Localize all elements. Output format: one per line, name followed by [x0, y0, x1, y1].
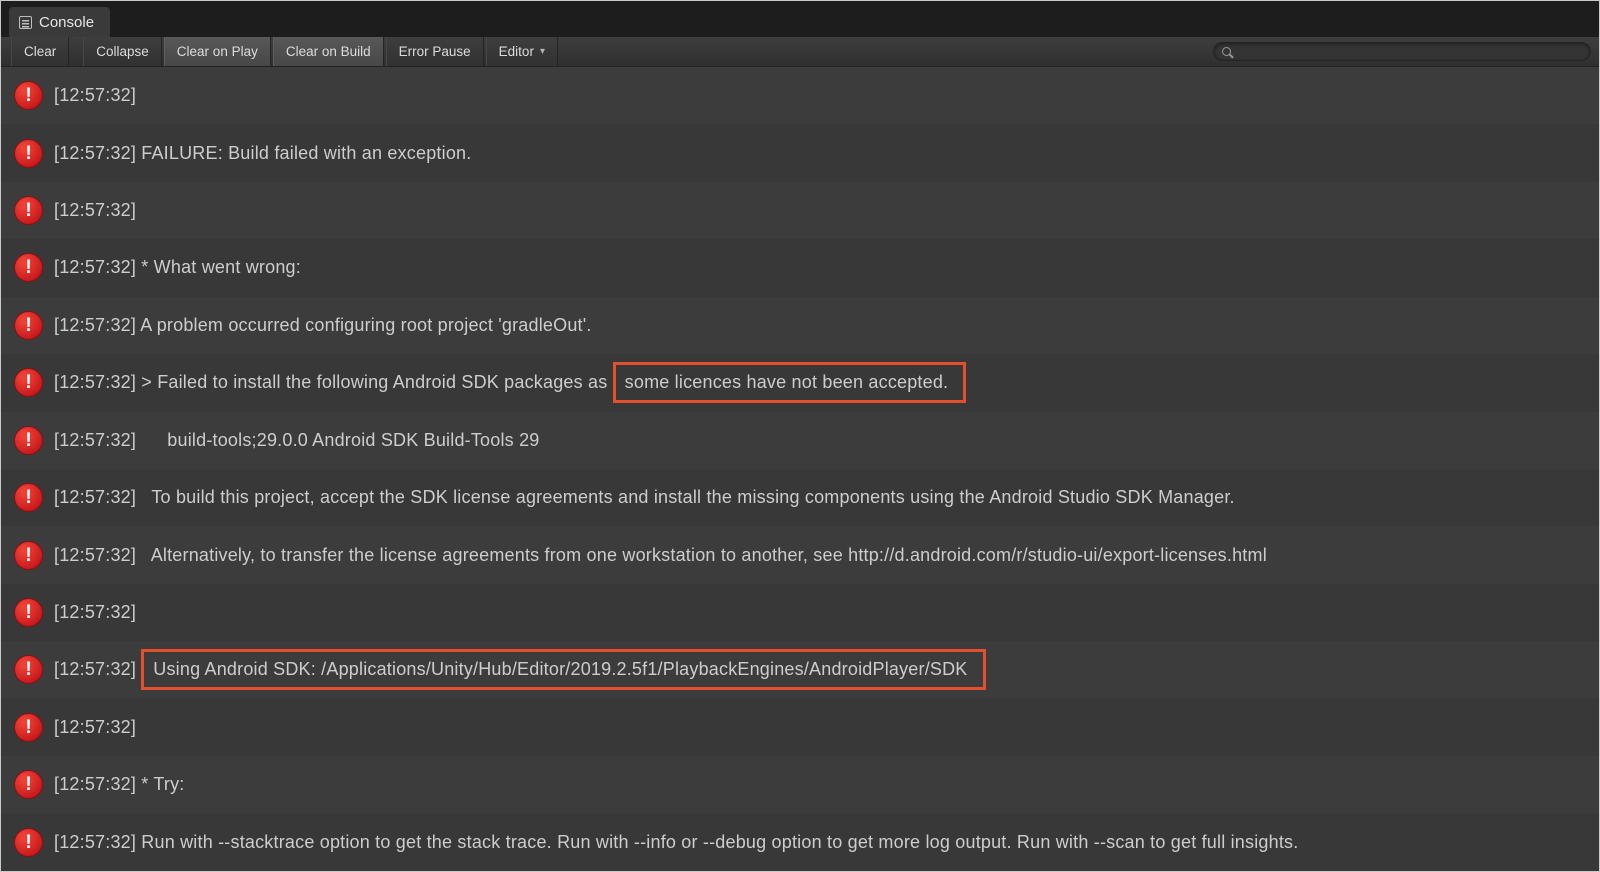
log-message: [12:57:32]: [54, 200, 136, 221]
log-message: [12:57:32] Using Android SDK: /Applicati…: [54, 649, 986, 690]
collapse-button[interactable]: Collapse: [83, 37, 162, 66]
log-message: [12:57:32]: [54, 85, 136, 106]
log-text: Alternatively, to transfer the license a…: [136, 545, 1267, 566]
console-entry[interactable]: ! [12:57:32]: [1, 584, 1599, 641]
log-timestamp: [12:57:32]: [54, 602, 136, 623]
log-message: [12:57:32] FAILURE: Build failed with an…: [54, 143, 471, 164]
log-text: To build this project, accept the SDK li…: [136, 487, 1235, 508]
log-message: [12:57:32] build-tools;29.0.0 Android SD…: [54, 430, 540, 451]
log-message: [12:57:32] Run with --stacktrace option …: [54, 832, 1298, 853]
log-message: [12:57:32] To build this project, accept…: [54, 487, 1235, 508]
log-message: [12:57:32] > Failed to install the follo…: [54, 362, 966, 403]
error-icon: !: [14, 598, 43, 627]
log-timestamp: [12:57:32]: [54, 372, 136, 393]
log-timestamp: [12:57:32]: [54, 717, 136, 738]
error-icon: !: [14, 770, 43, 799]
toolbar-button-label: Clear on Play: [177, 44, 258, 59]
console-entry[interactable]: ! [12:57:32] * What went wrong:: [1, 239, 1599, 296]
log-text: FAILURE: Build failed with an exception.: [136, 143, 471, 164]
search-input[interactable]: [1239, 45, 1590, 59]
log-timestamp: [12:57:32]: [54, 257, 136, 278]
log-timestamp: [12:57:32]: [54, 832, 136, 853]
search-icon: [1222, 46, 1234, 58]
error-icon: !: [14, 368, 43, 397]
log-timestamp: [12:57:32]: [54, 545, 136, 566]
console-entry[interactable]: ! [12:57:32] Run with --stacktrace option…: [1, 813, 1599, 870]
console-toolbar: Clear Collapse Clear on Play Clear on Build…: [1, 37, 1599, 67]
log-text: A problem occurred configuring root proj…: [136, 315, 592, 336]
console-entry[interactable]: ! [12:57:32] To build this project, accep…: [1, 469, 1599, 526]
error-icon: !: [14, 426, 43, 455]
clear-on-play-button[interactable]: Clear on Play: [164, 37, 271, 66]
log-message: [12:57:32] * What went wrong:: [54, 257, 301, 278]
console-icon: [19, 16, 32, 29]
error-icon: !: [14, 81, 43, 110]
error-icon: !: [14, 483, 43, 512]
toolbar-button-label: Clear: [24, 44, 56, 59]
console-entry[interactable]: ! [12:57:32] FAILURE: Build failed with a…: [1, 124, 1599, 181]
console-entry[interactable]: ! [12:57:32]: [1, 182, 1599, 239]
unity-console-window: Console Clear Collapse Clear on Play Clear …: [0, 0, 1600, 872]
error-icon: !: [14, 311, 43, 340]
toolbar-button-label: Error Pause: [399, 44, 471, 59]
search-field[interactable]: [1213, 42, 1591, 61]
console-entry[interactable]: ! [12:57:32] A problem occurred configuri…: [1, 297, 1599, 354]
log-timestamp: [12:57:32]: [54, 430, 136, 451]
clear-button[interactable]: Clear: [11, 37, 69, 66]
console-log-list: ! [12:57:32]! [12:57:32] FAILURE: Build fa…: [1, 67, 1599, 871]
highlight-box: some licences have not been accepted.: [613, 362, 967, 403]
log-text: * Try:: [136, 774, 184, 795]
tab-label: Console: [39, 14, 94, 31]
console-entry[interactable]: ! [12:57:32] Using Android SDK: /Applicat…: [1, 641, 1599, 698]
log-message: [12:57:32] * Try:: [54, 774, 184, 795]
error-icon: !: [14, 253, 43, 282]
log-text: > Failed to install the following Androi…: [136, 372, 613, 393]
log-timestamp: [12:57:32]: [54, 659, 136, 680]
error-icon: !: [14, 828, 43, 857]
toolbar-button-label: Editor: [499, 44, 534, 59]
clear-on-build-button[interactable]: Clear on Build: [273, 37, 384, 66]
dropdown-arrow-icon: ▾: [540, 46, 545, 57]
tab-console[interactable]: Console: [9, 7, 110, 37]
log-timestamp: [12:57:32]: [54, 315, 136, 336]
error-icon: !: [14, 541, 43, 570]
toolbar-button-label: Clear on Build: [286, 44, 371, 59]
log-text: Run with --stacktrace option to get the …: [136, 832, 1298, 853]
error-icon: !: [14, 139, 43, 168]
console-entry[interactable]: ! [12:57:32] Alternatively, to transfer t…: [1, 526, 1599, 583]
error-icon: !: [14, 713, 43, 742]
error-icon: !: [14, 196, 43, 225]
toolbar-button-label: Collapse: [96, 44, 149, 59]
console-entry[interactable]: ! [12:57:32] * Try:: [1, 756, 1599, 813]
error-icon: !: [14, 655, 43, 684]
editor-dropdown[interactable]: Editor ▾: [486, 37, 558, 66]
log-message: [12:57:32] Alternatively, to transfer th…: [54, 545, 1267, 566]
log-timestamp: [12:57:32]: [54, 487, 136, 508]
console-entry[interactable]: ! [12:57:32] build-tools;29.0.0 Android S…: [1, 412, 1599, 469]
log-message: [12:57:32]: [54, 602, 136, 623]
console-entry[interactable]: ! [12:57:32]: [1, 67, 1599, 124]
log-timestamp: [12:57:32]: [54, 143, 136, 164]
log-message: [12:57:32] A problem occurred configurin…: [54, 315, 592, 336]
log-timestamp: [12:57:32]: [54, 85, 136, 106]
log-message: [12:57:32]: [54, 717, 136, 738]
log-text: build-tools;29.0.0 Android SDK Build-Too…: [136, 430, 539, 451]
error-pause-button[interactable]: Error Pause: [386, 37, 484, 66]
log-text: * What went wrong:: [136, 257, 301, 278]
console-entry[interactable]: ! [12:57:32] > Failed to install the foll…: [1, 354, 1599, 411]
tab-bar: Console: [1, 1, 1599, 37]
log-timestamp: [12:57:32]: [54, 200, 136, 221]
log-timestamp: [12:57:32]: [54, 774, 136, 795]
console-entry[interactable]: ! [12:57:32]: [1, 699, 1599, 756]
highlight-box: Using Android SDK: /Applications/Unity/H…: [141, 649, 985, 690]
